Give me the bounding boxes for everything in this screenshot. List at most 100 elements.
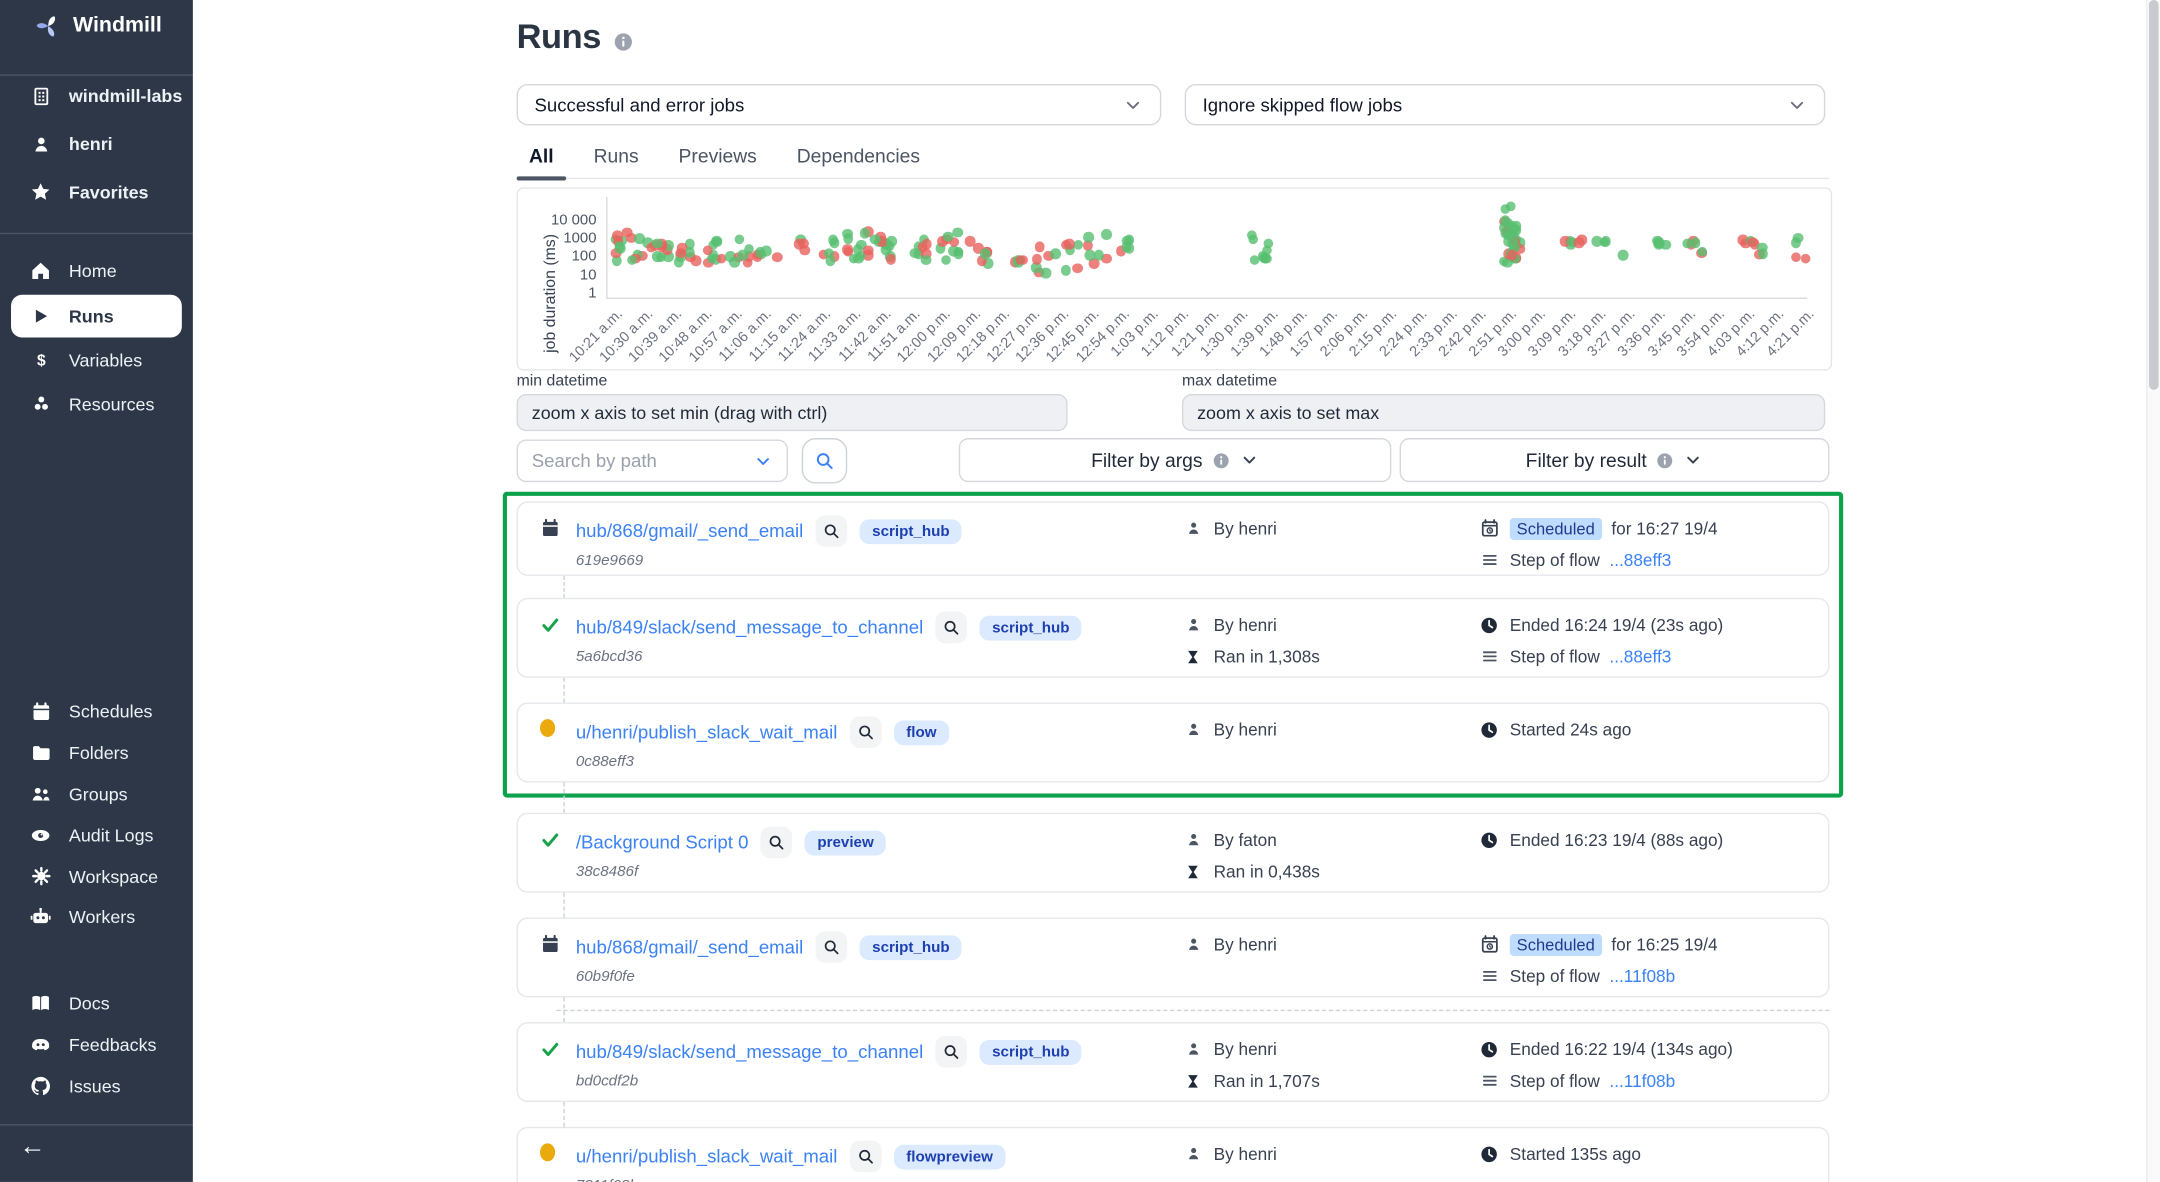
info-icon[interactable]: [613, 32, 634, 53]
filter-by-result-button[interactable]: Filter by result: [1400, 438, 1830, 482]
success-job-dot[interactable]: [734, 234, 744, 244]
success-job-dot[interactable]: [887, 236, 897, 246]
success-job-dot[interactable]: [1121, 242, 1131, 252]
success-job-dot[interactable]: [1094, 250, 1104, 260]
success-job-dot[interactable]: [1061, 265, 1071, 275]
job-kind-filter-select[interactable]: Successful and error jobs: [517, 84, 1162, 125]
sidebar-item-home[interactable]: Home: [0, 249, 193, 292]
min-datetime-input[interactable]: [517, 394, 1068, 431]
error-job-dot[interactable]: [675, 248, 685, 258]
app-logo[interactable]: Windmill: [34, 12, 161, 40]
success-job-dot[interactable]: [943, 231, 953, 241]
success-job-dot[interactable]: [1697, 246, 1707, 256]
success-job-dot[interactable]: [674, 257, 684, 267]
success-job-dot[interactable]: [1758, 249, 1768, 259]
sidebar-item-groups[interactable]: Groups: [0, 774, 193, 815]
success-job-dot[interactable]: [1102, 230, 1112, 240]
run-path-link[interactable]: u/henri/publish_slack_wait_mail: [576, 722, 838, 743]
run-path-link[interactable]: hub/868/gmail/_send_email: [576, 521, 803, 542]
success-job-dot[interactable]: [829, 238, 839, 248]
success-job-dot[interactable]: [615, 243, 625, 253]
success-job-dot[interactable]: [761, 246, 771, 256]
error-job-dot[interactable]: [1072, 263, 1082, 273]
success-job-dot[interactable]: [1084, 232, 1094, 242]
error-job-dot[interactable]: [922, 239, 932, 249]
error-job-dot[interactable]: [1747, 237, 1757, 247]
parent-flow-link[interactable]: ...88eff3: [1609, 550, 1671, 569]
sidebar-item-runs[interactable]: Runs: [11, 294, 182, 337]
success-job-dot[interactable]: [1690, 237, 1700, 247]
run-card[interactable]: u/henri/publish_slack_wait_mail flowprev…: [517, 1127, 1830, 1182]
sidebar-item-favorites[interactable]: Favorites: [0, 168, 193, 216]
error-job-dot[interactable]: [772, 252, 782, 262]
scrollbar-track[interactable]: [2146, 0, 2160, 1182]
success-job-dot[interactable]: [1050, 249, 1060, 259]
success-job-dot[interactable]: [910, 248, 920, 258]
success-job-dot[interactable]: [1599, 237, 1609, 247]
filter-by-args-button[interactable]: Filter by args: [959, 438, 1392, 482]
success-job-dot[interactable]: [635, 234, 645, 244]
success-job-dot[interactable]: [949, 246, 959, 256]
success-job-dot[interactable]: [860, 228, 870, 238]
sidebar-item-windmill-labs[interactable]: windmill-labs: [0, 72, 193, 120]
sidebar-item-schedules[interactable]: Schedules: [0, 692, 193, 733]
success-job-dot[interactable]: [941, 255, 951, 265]
success-job-dot[interactable]: [653, 238, 663, 248]
run-card[interactable]: u/henri/publish_slack_wait_mail flow 0c8…: [517, 703, 1830, 783]
inspect-run-button[interactable]: [936, 612, 968, 644]
search-by-path-select[interactable]: Search by path: [517, 439, 788, 482]
sidebar-item-audit-logs[interactable]: Audit Logs: [0, 815, 193, 856]
success-job-dot[interactable]: [684, 247, 694, 257]
sidebar-item-feedbacks[interactable]: Feedbacks: [0, 1024, 193, 1065]
tab-all[interactable]: All: [528, 141, 555, 174]
tab-dependencies[interactable]: Dependencies: [795, 141, 921, 174]
error-job-dot[interactable]: [1791, 252, 1801, 262]
run-card[interactable]: /Background Script 0 preview 38c8486f By…: [517, 813, 1830, 893]
sidebar-item-workers[interactable]: Workers: [0, 897, 193, 938]
success-job-dot[interactable]: [849, 254, 859, 264]
inspect-run-button[interactable]: [850, 1141, 882, 1173]
parent-flow-link[interactable]: ...11f08b: [1609, 1071, 1675, 1090]
run-path-link[interactable]: u/henri/publish_slack_wait_mail: [576, 1146, 838, 1167]
error-job-dot[interactable]: [1015, 255, 1025, 265]
run-path-link[interactable]: hub/868/gmail/_send_email: [576, 937, 803, 958]
success-job-dot[interactable]: [707, 253, 717, 263]
error-job-dot[interactable]: [1035, 242, 1045, 252]
error-job-dot[interactable]: [863, 245, 873, 255]
sidebar-item-resources[interactable]: Resources: [0, 382, 193, 425]
success-job-dot[interactable]: [870, 234, 880, 244]
success-job-dot[interactable]: [824, 248, 834, 258]
run-card[interactable]: hub/868/gmail/_send_email script_hub 60b…: [517, 917, 1830, 997]
run-path-link[interactable]: hub/849/slack/send_message_to_channel: [576, 1041, 923, 1062]
error-job-dot[interactable]: [1574, 237, 1584, 247]
error-job-dot[interactable]: [612, 231, 622, 241]
run-path-link[interactable]: /Background Script 0: [576, 832, 749, 853]
success-job-dot[interactable]: [1508, 235, 1518, 245]
sidebar-item-folders[interactable]: Folders: [0, 733, 193, 774]
error-job-dot[interactable]: [1507, 250, 1517, 260]
run-card[interactable]: hub/849/slack/send_message_to_channel sc…: [517, 598, 1830, 678]
inspect-run-button[interactable]: [816, 515, 848, 547]
success-job-dot[interactable]: [842, 229, 852, 239]
skipped-flow-filter-select[interactable]: Ignore skipped flow jobs: [1185, 84, 1826, 125]
run-card[interactable]: hub/849/slack/send_message_to_channel sc…: [517, 1022, 1830, 1102]
success-job-dot[interactable]: [1041, 268, 1051, 278]
success-job-dot[interactable]: [1249, 255, 1259, 265]
success-job-dot[interactable]: [1247, 230, 1257, 240]
success-job-dot[interactable]: [711, 236, 721, 246]
error-job-dot[interactable]: [886, 254, 896, 264]
error-job-dot[interactable]: [1032, 254, 1042, 264]
runs-duration-chart[interactable]: job duration (ms) 10 000100010010110:21 …: [517, 187, 1833, 370]
success-job-dot[interactable]: [921, 255, 931, 265]
parent-flow-link[interactable]: ...11f08b: [1609, 966, 1675, 985]
sidebar-item-variables[interactable]: $Variables: [0, 339, 193, 382]
inspect-run-button[interactable]: [761, 827, 793, 859]
inspect-run-button[interactable]: [816, 931, 848, 963]
run-card[interactable]: hub/868/gmail/_send_email script_hub 619…: [517, 501, 1830, 575]
max-datetime-input[interactable]: [1182, 394, 1825, 431]
success-job-dot[interactable]: [1261, 254, 1271, 264]
sidebar-item-issues[interactable]: Issues: [0, 1065, 193, 1106]
success-job-dot[interactable]: [1618, 250, 1628, 260]
error-job-dot[interactable]: [1064, 239, 1074, 249]
sidebar-item-henri[interactable]: henri: [0, 120, 193, 168]
